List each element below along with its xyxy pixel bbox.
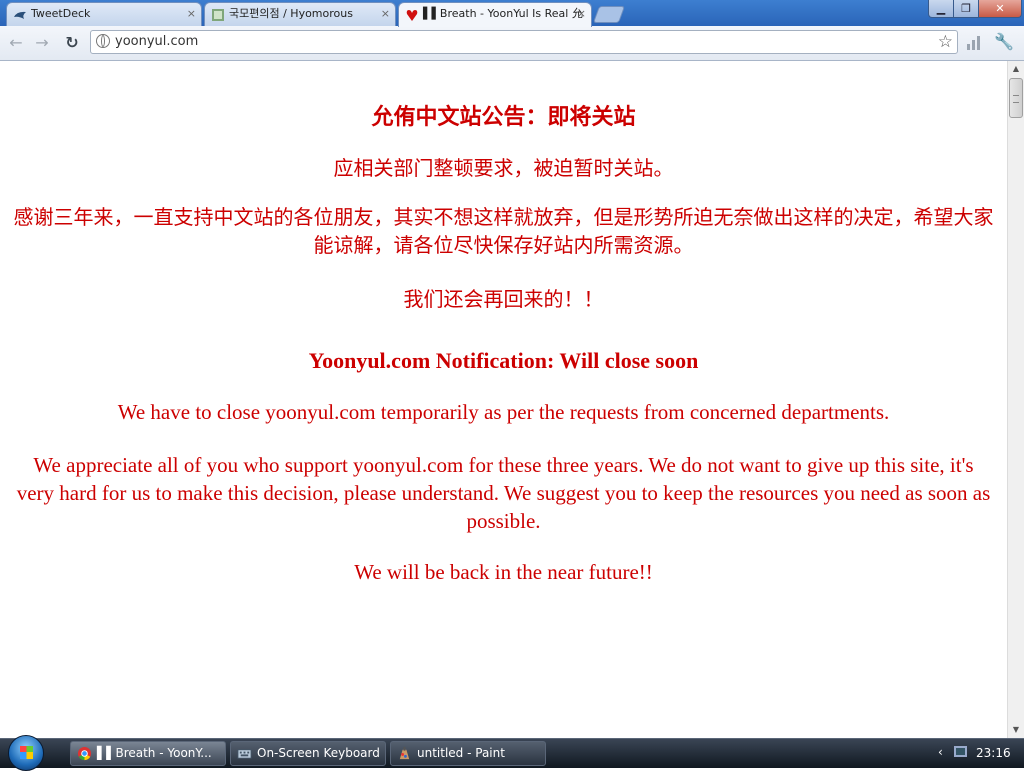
wrench-icon[interactable]: 🔧 xyxy=(994,32,1014,51)
windows-logo-icon xyxy=(20,746,33,759)
minimize-button[interactable]: ▁ xyxy=(928,0,954,18)
globe-icon xyxy=(96,34,110,48)
maximize-button[interactable]: ❐ xyxy=(953,0,979,18)
chrome-icon xyxy=(77,746,92,761)
chinese-notice-title: 允侑中文站公告：即将关站 xyxy=(371,104,636,130)
tab-close-icon[interactable]: × xyxy=(577,3,586,25)
page-menu-icon[interactable] xyxy=(965,34,983,50)
tab-yoonyul[interactable]: ▌▌Breath - YoonYul Is Real 允 × xyxy=(398,2,592,27)
taskbar-clock[interactable]: 23:16 xyxy=(976,746,1011,760)
forward-button[interactable]: → xyxy=(30,31,54,55)
paint-icon xyxy=(399,746,410,760)
taskbar-item-label: untitled - Paint xyxy=(417,746,505,760)
reload-button[interactable]: ↻ xyxy=(60,31,84,55)
close-window-button[interactable]: ✕ xyxy=(978,0,1022,18)
scroll-up-arrow-icon[interactable]: ▲ xyxy=(1008,61,1024,77)
tab-title: ▌▌Breath - YoonYul Is Real 允 xyxy=(423,7,583,20)
english-notice-title: Yoonyul.com Notification: Will close soo… xyxy=(308,348,699,373)
tab-tweetdeck[interactable]: TweetDeck × xyxy=(6,2,202,26)
chinese-paragraph-3: 我们还会再回来的！！ xyxy=(403,287,604,311)
yoonyul-favicon xyxy=(406,10,418,21)
start-button[interactable] xyxy=(8,735,44,771)
windows-taskbar: ▌▌Breath - YoonY... On-Screen Keyboard u… xyxy=(0,735,1024,771)
taskbar-item-label: ▌▌Breath - YoonY... xyxy=(97,746,212,760)
page-content: 允侑中文站公告：即将关站 应相关部门整顿要求，被迫暂时关站。 感谢三年来，一直支… xyxy=(0,61,1007,738)
chinese-paragraph-2: 感谢三年来，一直支持中文站的各位朋友，其实不想这样就放弃，但是形势所迫无奈做出这… xyxy=(13,205,994,257)
taskbar-item-keyboard[interactable]: On-Screen Keyboard xyxy=(230,741,386,766)
new-tab-button[interactable] xyxy=(592,6,626,23)
taskbar-item-label: On-Screen Keyboard xyxy=(257,746,380,760)
address-bar[interactable]: yoonyul.com ☆ xyxy=(90,30,958,54)
tweetdeck-icon xyxy=(14,11,26,19)
tab-strip: TweetDeck × 국모편의점 / Hyomorous × ▌▌Breath… xyxy=(0,0,1024,27)
taskbar-item-paint[interactable]: untitled - Paint xyxy=(390,741,546,766)
scroll-down-arrow-icon[interactable]: ▼ xyxy=(1008,722,1024,738)
network-icon[interactable] xyxy=(954,746,967,757)
bookmark-star-icon[interactable]: ☆ xyxy=(938,31,953,53)
vertical-scrollbar[interactable]: ▲ ▼ xyxy=(1007,61,1024,738)
english-paragraph-2: We appreciate all of you who support yoo… xyxy=(16,453,991,533)
tab-hyomorous[interactable]: 국모편의점 / Hyomorous × xyxy=(204,2,396,26)
taskbar-item-chrome[interactable]: ▌▌Breath - YoonY... xyxy=(70,741,226,766)
site-favicon xyxy=(212,9,224,21)
tab-title: TweetDeck xyxy=(31,7,91,20)
english-paragraph-1: We have to close yoonyul.com temporarily… xyxy=(117,400,890,424)
scroll-thumb[interactable] xyxy=(1009,78,1023,118)
keyboard-icon xyxy=(237,749,252,759)
tab-close-icon[interactable]: × xyxy=(187,3,196,25)
tab-title: 국모편의점 / Hyomorous xyxy=(229,7,353,20)
tab-close-icon[interactable]: × xyxy=(381,3,390,25)
back-button[interactable]: ← xyxy=(4,31,28,55)
url-text[interactable]: yoonyul.com xyxy=(115,34,198,49)
browser-toolbar: ← → ↻ yoonyul.com ☆ 🔧 xyxy=(0,26,1024,61)
show-hidden-icons-button[interactable]: ‹ xyxy=(938,745,943,759)
chinese-paragraph-1: 应相关部门整顿要求，被迫暂时关站。 xyxy=(333,156,674,180)
english-paragraph-3: We will be back in the near future!! xyxy=(354,560,653,584)
